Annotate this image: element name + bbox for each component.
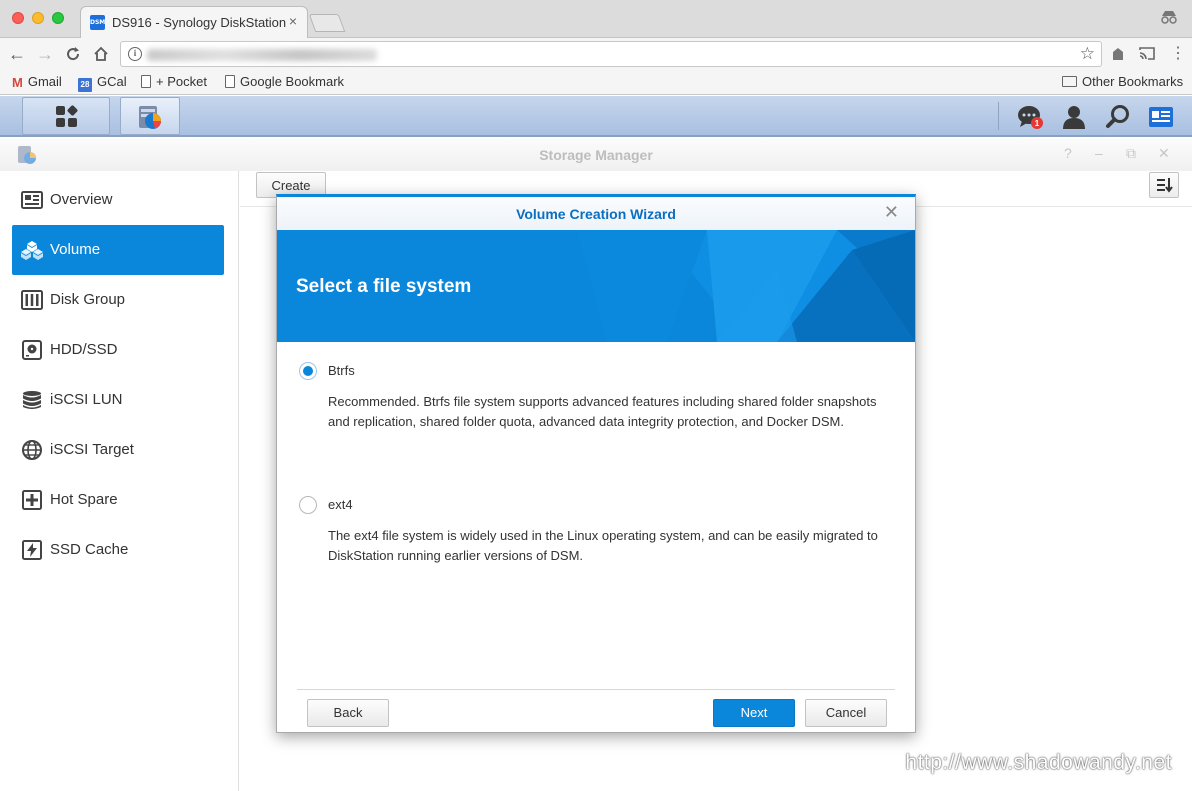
site-info-icon[interactable]: i <box>128 47 142 61</box>
extension-icon[interactable] <box>1110 46 1126 66</box>
forward-arrow-icon[interactable]: → <box>34 43 56 65</box>
page-icon <box>141 75 151 88</box>
iscsi-target-icon <box>22 440 42 460</box>
sidebar-item-hdd-ssd[interactable]: HDD/SSD <box>12 325 224 375</box>
bookmark-gcal[interactable]: 28 GCal <box>78 74 127 92</box>
browser-tab-bar: DSM DS916 - Synology DiskStation × <box>0 0 1192 39</box>
browser-tab-active[interactable]: DSM DS916 - Synology DiskStation × <box>80 6 308 39</box>
sidebar-item-ssd-cache[interactable]: SSD Cache <box>12 525 224 575</box>
widgets-icon[interactable] <box>1148 104 1174 130</box>
dsm-taskbar: 1 <box>0 96 1192 137</box>
wizard-banner: Select a file system <box>277 230 915 342</box>
blurred-url <box>147 49 377 61</box>
main-menu-grid-icon <box>56 104 79 128</box>
new-tab-button[interactable] <box>308 14 346 32</box>
dsm-favicon-icon: DSM <box>90 15 105 30</box>
bookmark-gmail[interactable]: M Gmail <box>12 74 62 90</box>
minimize-button[interactable]: – <box>1095 145 1103 161</box>
overview-icon <box>21 191 43 209</box>
page-icon <box>225 75 235 88</box>
storage-manager-titlebar: Storage Manager ? – ⧉ ✕ <box>0 139 1192 171</box>
ext4-description: The ext4 file system is widely used in t… <box>328 528 878 563</box>
watermark: http://www.shadowandy.net <box>905 751 1172 774</box>
other-bookmarks[interactable]: Other Bookmarks <box>1062 74 1183 89</box>
calendar-icon: 28 <box>78 78 92 92</box>
sidebar-item-disk-group[interactable]: Disk Group <box>12 275 224 325</box>
wizard-close-icon[interactable]: ✕ <box>884 202 899 223</box>
iscsi-lun-icon <box>23 391 41 409</box>
wizard-titlebar: Volume Creation Wizard ✕ <box>277 197 915 230</box>
home-icon[interactable] <box>90 43 112 67</box>
main-menu-button[interactable] <box>22 97 110 135</box>
volume-icon <box>21 241 43 260</box>
user-icon[interactable] <box>1061 104 1087 130</box>
taskbar-separator <box>998 102 999 130</box>
ext4-label: ext4 <box>328 497 353 512</box>
btrfs-label: Btrfs <box>328 363 355 378</box>
cancel-button[interactable]: Cancel <box>805 699 887 727</box>
search-icon[interactable] <box>1105 104 1131 130</box>
sidebar: Overview Volume Disk Group HDD/SSD iSCSI… <box>0 171 239 791</box>
help-button[interactable]: ? <box>1064 145 1072 161</box>
btrfs-description: Recommended. Btrfs file system supports … <box>328 394 877 429</box>
sidebar-item-volume[interactable]: Volume <box>12 225 224 275</box>
sidebar-item-overview[interactable]: Overview <box>12 175 224 225</box>
reload-icon[interactable] <box>62 43 84 67</box>
storage-manager-icon <box>139 106 161 129</box>
bookmark-pocket[interactable]: + Pocket <box>141 74 207 89</box>
notification-badge: 1 <box>1035 119 1040 128</box>
tab-close-icon[interactable]: × <box>289 13 297 29</box>
sidebar-item-iscsi-target[interactable]: iSCSI Target <box>12 425 224 475</box>
maximize-window-button[interactable] <box>52 12 64 24</box>
browser-toolbar: ← → i ☆ ⋮ <box>0 38 1192 70</box>
sort-icon <box>1157 178 1173 193</box>
restore-button[interactable]: ⧉ <box>1126 145 1136 162</box>
ssd-cache-icon <box>22 540 42 560</box>
next-button[interactable]: Next <box>713 699 795 727</box>
cast-icon[interactable] <box>1138 46 1156 65</box>
sort-button[interactable] <box>1149 172 1179 198</box>
folder-icon <box>1062 76 1077 87</box>
back-button[interactable]: Back <box>307 699 389 727</box>
bookmark-google[interactable]: Google Bookmark <box>225 74 344 89</box>
volume-creation-wizard: Volume Creation Wizard ✕ Select a file s… <box>276 194 916 733</box>
close-window-button[interactable] <box>12 12 24 24</box>
incognito-icon <box>1160 10 1178 27</box>
bookmarks-bar: M Gmail 28 GCal + Pocket Google Bookmark O… <box>0 70 1192 95</box>
window-title: Storage Manager <box>539 147 653 163</box>
storage-manager-taskbar-button[interactable] <box>120 97 180 135</box>
sidebar-item-hot-spare[interactable]: Hot Spare <box>12 475 224 525</box>
disk-group-icon <box>21 290 43 310</box>
notifications-icon[interactable]: 1 <box>1017 104 1043 130</box>
btrfs-radio[interactable] <box>299 362 317 380</box>
gmail-icon: M <box>12 75 23 90</box>
address-bar[interactable]: i ☆ <box>120 41 1102 67</box>
hot-spare-icon <box>22 490 42 510</box>
hdd-icon <box>22 340 42 360</box>
wizard-footer-divider <box>297 689 895 690</box>
ext4-radio[interactable] <box>299 496 317 514</box>
wizard-heading: Select a file system <box>296 276 472 297</box>
bookmark-star-icon[interactable]: ☆ <box>1080 44 1095 64</box>
minimize-window-button[interactable] <box>32 12 44 24</box>
browser-menu-icon[interactable]: ⋮ <box>1170 43 1186 63</box>
tab-title: DS916 - Synology DiskStation <box>112 15 287 30</box>
back-arrow-icon[interactable]: ← <box>6 43 28 65</box>
sidebar-item-iscsi-lun[interactable]: iSCSI LUN <box>12 375 224 425</box>
close-button[interactable]: ✕ <box>1158 145 1170 162</box>
wizard-title: Volume Creation Wizard <box>516 206 676 222</box>
